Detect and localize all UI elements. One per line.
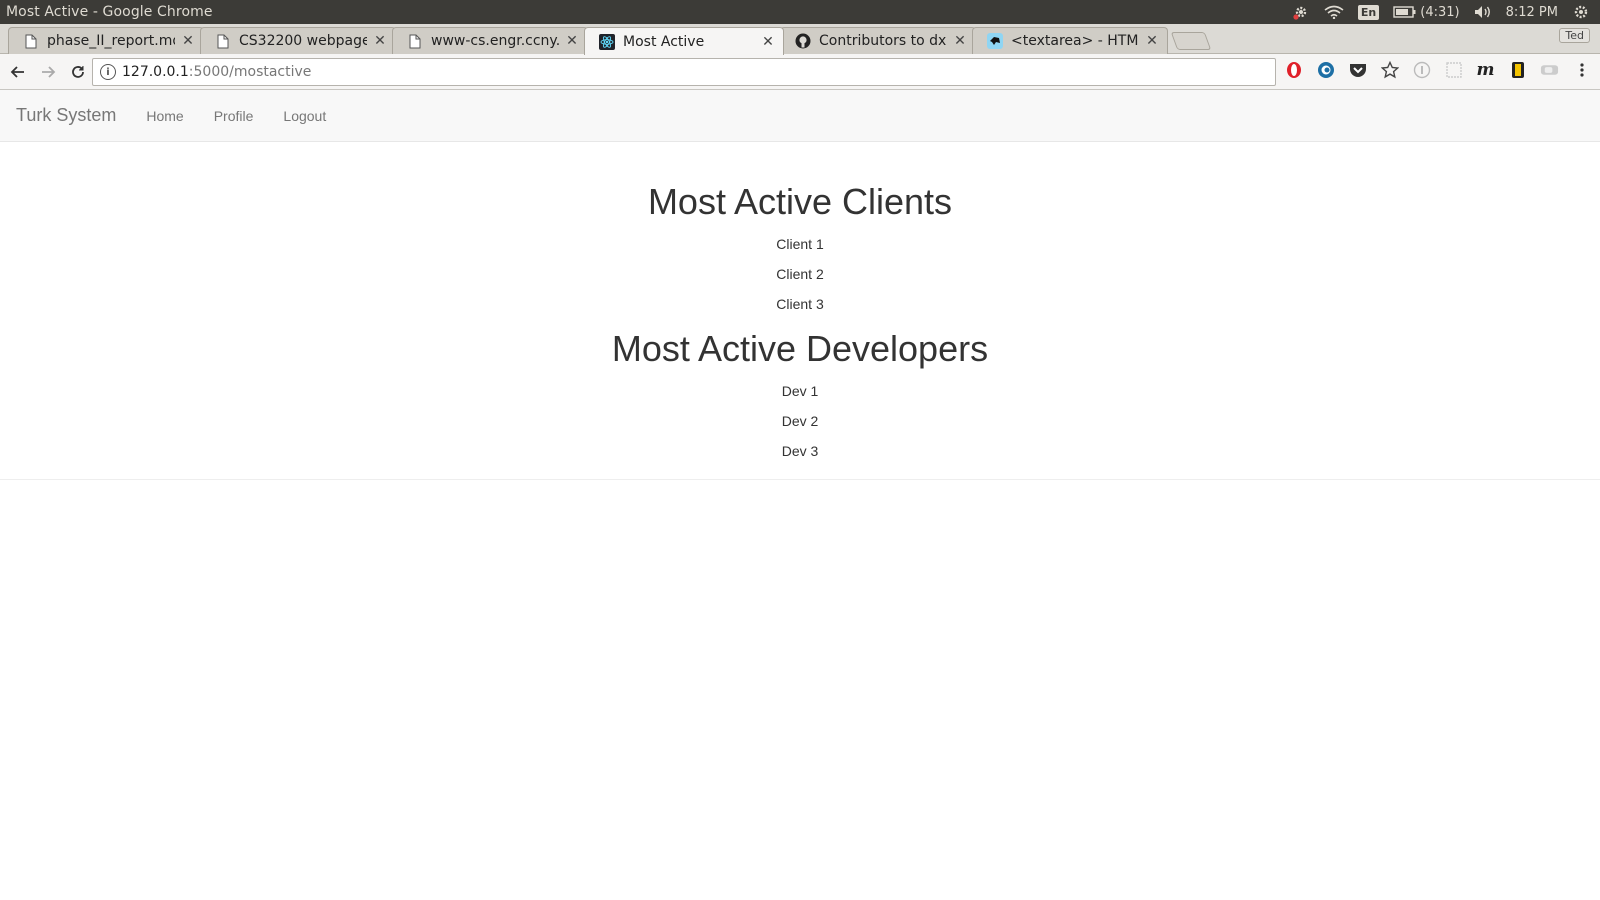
tab-label: www-cs.engr.ccny.e: [431, 33, 559, 49]
extension-icons: m: [1284, 60, 1591, 80]
tab-cs32200-webpage[interactable]: CS32200 webpage ✕: [200, 27, 396, 54]
tab-label: Most Active: [623, 33, 705, 50]
list-item: Dev 1: [781, 383, 819, 399]
reload-icon[interactable]: [66, 60, 90, 84]
clients-list: Client 1 Client 2 Client 3: [0, 229, 1600, 319]
tab-textarea-html[interactable]: <textarea> - HTML | ✕: [972, 27, 1168, 54]
profile-button[interactable]: Ted: [1559, 28, 1590, 43]
tab-label: <textarea> - HTML |: [1011, 33, 1139, 49]
tab-strip: phase_II_report.md ✕ CS32200 webpage ✕ w…: [0, 24, 1600, 55]
main-content: Most Active Clients Client 1 Client 2 Cl…: [0, 142, 1600, 480]
back-arrow-icon[interactable]: [6, 60, 30, 84]
file-icon: [23, 33, 39, 49]
list-item: Client 2: [776, 266, 824, 282]
settings-gear-icon[interactable]: [1292, 3, 1310, 21]
system-indicators: En (4:31) 8:12 PM: [1292, 3, 1600, 21]
tab-label: Contributors to dx: [819, 33, 947, 49]
address-bar[interactable]: i 127.0.0.1:5000/mostactive: [92, 58, 1276, 86]
close-icon[interactable]: ✕: [761, 34, 775, 50]
clock[interactable]: 8:12 PM: [1506, 5, 1558, 20]
file-icon: [215, 33, 231, 49]
nav-link-logout[interactable]: Logout: [283, 108, 326, 124]
battery-time: (4:31): [1420, 4, 1460, 20]
tab-www-cs-engr-ccny[interactable]: www-cs.engr.ccny.e ✕: [392, 27, 588, 54]
tab-phase-ii-report[interactable]: phase_II_report.md ✕: [8, 27, 204, 54]
close-icon[interactable]: ✕: [373, 33, 387, 49]
battery-indicator[interactable]: (4:31): [1393, 4, 1460, 20]
brand-link[interactable]: Turk System: [16, 105, 116, 126]
extension-yellow-icon[interactable]: [1508, 60, 1527, 79]
developers-list: Dev 1 Dev 2 Dev 3: [0, 376, 1600, 466]
developers-heading: Most Active Developers: [611, 328, 989, 369]
opera-icon[interactable]: [1284, 60, 1303, 79]
extension-grey-square-icon[interactable]: [1444, 60, 1463, 79]
tab-label: CS32200 webpage: [239, 33, 367, 49]
chrome-menu-icon[interactable]: [1572, 60, 1591, 79]
keyboard-language-indicator[interactable]: En: [1357, 4, 1380, 20]
tab-contributors[interactable]: Contributors to dx ✕: [780, 27, 976, 54]
url-path: :5000/mostactive: [188, 64, 312, 80]
nav-link-home[interactable]: Home: [146, 108, 183, 124]
tab-most-active[interactable]: Most Active ✕: [584, 27, 784, 55]
react-icon: [599, 33, 615, 50]
clients-heading: Most Active Clients: [647, 181, 953, 222]
forward-arrow-icon[interactable]: [36, 60, 60, 84]
site-navbar: Turk System Home Profile Logout: [0, 90, 1600, 142]
close-icon[interactable]: ✕: [1145, 33, 1159, 49]
pocket-icon[interactable]: [1348, 60, 1367, 79]
url-host: 127.0.0.1: [122, 64, 189, 80]
window-title: Most Active - Google Chrome: [6, 4, 213, 20]
extension-grey-circle-icon[interactable]: [1412, 60, 1431, 79]
site-info-icon[interactable]: i: [100, 64, 116, 80]
extension-m-icon[interactable]: m: [1476, 60, 1495, 80]
battery-icon: [1393, 6, 1416, 18]
mdn-icon: [987, 33, 1003, 49]
list-item: Dev 2: [781, 413, 819, 429]
close-icon[interactable]: ✕: [565, 33, 579, 49]
extension-grey-toggle-icon[interactable]: [1540, 60, 1559, 79]
close-icon[interactable]: ✕: [181, 33, 195, 49]
nav-link-profile[interactable]: Profile: [214, 108, 254, 124]
close-icon[interactable]: ✕: [953, 33, 967, 49]
os-top-bar: Most Active - Google Chrome En (4:31) 8:…: [0, 0, 1600, 24]
power-gear-icon[interactable]: [1572, 3, 1590, 21]
list-item: Dev 3: [781, 443, 819, 459]
browser-toolbar: i 127.0.0.1:5000/mostactive m: [0, 54, 1600, 90]
volume-icon[interactable]: [1474, 5, 1492, 19]
file-icon: [407, 33, 423, 49]
bookmark-star-icon[interactable]: [1380, 60, 1399, 79]
extension-blue-icon[interactable]: [1316, 60, 1335, 79]
new-tab-button[interactable]: [1170, 32, 1212, 50]
list-item: Client 1: [776, 236, 824, 252]
wifi-icon[interactable]: [1324, 5, 1344, 19]
tab-label: phase_II_report.md: [47, 33, 175, 49]
list-item: Client 3: [776, 296, 824, 312]
github-icon: [795, 33, 811, 49]
